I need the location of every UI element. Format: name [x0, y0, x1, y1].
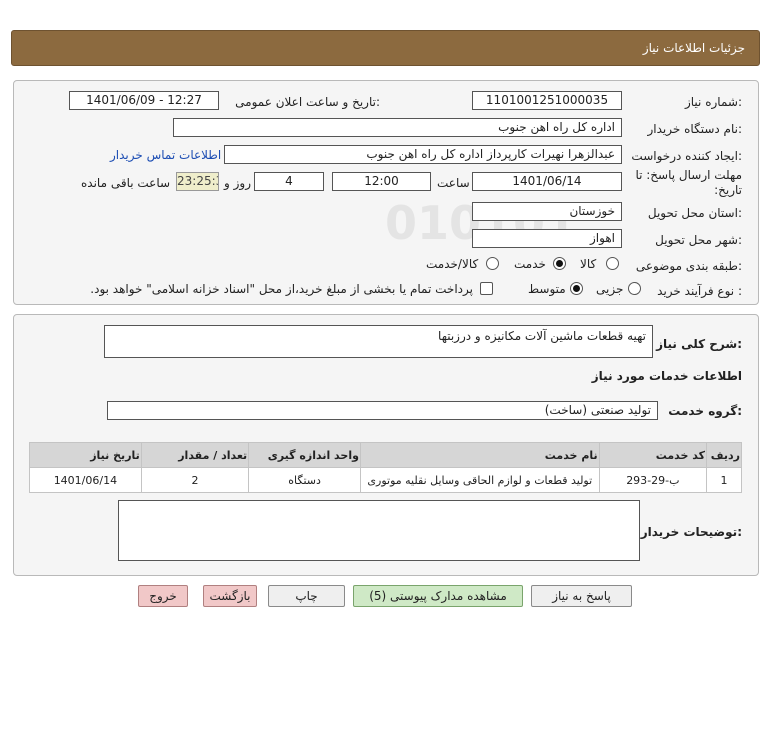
cell-service-code: ب-29-293	[598, 467, 708, 493]
print-button[interactable]: چاپ	[268, 585, 345, 607]
col-header-unit: واحد اندازه گیری	[248, 442, 361, 468]
description-field: تهیه قطعات ماشین آلات مکانیزه و درزبتها	[104, 325, 653, 358]
category-goods-service-label: کالا/خدمت	[426, 257, 479, 271]
service-group-field: تولید صنعتی (ساخت)	[107, 401, 658, 420]
category-goods-service-radio[interactable]	[486, 257, 499, 270]
province-label: استان محل تحویل:	[647, 206, 742, 220]
province-field: خوزستان	[472, 202, 622, 221]
cell-row-number: 1	[706, 467, 742, 493]
back-button[interactable]: بازگشت	[203, 585, 257, 607]
table-header-row: ردیف کد خدمت نام خدمت واحد اندازه گیری ت…	[29, 442, 742, 468]
page-header: جزئیات اطلاعات نیاز	[11, 30, 760, 66]
col-header-row-number: ردیف	[706, 442, 742, 468]
buyer-contact-link[interactable]: اطلاعات تماس خریدار	[110, 148, 221, 162]
buyer-notes-label: توضیحات خریدار:	[640, 525, 742, 539]
services-table: ردیف کد خدمت نام خدمت واحد اندازه گیری ت…	[29, 442, 742, 493]
buyer-notes-field	[118, 500, 640, 561]
process-medium-radio[interactable]	[570, 282, 583, 295]
days-label: روز و	[224, 176, 251, 190]
deadline-time-field: 12:00	[332, 172, 431, 191]
remaining-time-field: 23:25:39	[176, 172, 219, 191]
col-header-quantity: تعداد / مقدار	[140, 442, 250, 468]
process-minor-label: جزیی	[596, 282, 624, 296]
exit-button[interactable]: خروج	[138, 585, 188, 607]
remaining-time-label: ساعت باقی مانده	[81, 176, 171, 190]
service-group-label: گروه خدمت:	[668, 404, 742, 418]
buyer-org-field: اداره کل راه اهن جنوب	[173, 118, 622, 137]
category-service-label: خدمت	[514, 257, 546, 271]
deadline-time-label: ساعت	[437, 176, 470, 190]
treasury-payment-checkbox[interactable]	[480, 282, 493, 295]
announce-date-field: 1401/06/09 - 12:27	[69, 91, 219, 110]
need-number-field: 1101001251000035	[472, 91, 622, 110]
page-title: جزئیات اطلاعات نیاز	[642, 41, 745, 55]
col-header-service-name: نام خدمت	[359, 442, 600, 468]
col-header-need-date: تاریخ نیاز	[29, 442, 142, 468]
cell-unit: دستگاه	[248, 467, 361, 493]
process-medium-label: متوسط	[528, 282, 566, 296]
treasury-payment-note: پرداخت تمام یا بخشی از مبلغ خرید،از محل …	[90, 282, 473, 296]
table-row: 1 ب-29-293 تولید قطعات و لوازم الحاقی وس…	[29, 467, 742, 493]
need-number-label: شماره نیاز:	[684, 95, 742, 109]
city-field: اهواز	[472, 229, 622, 248]
process-minor-radio[interactable]	[628, 282, 641, 295]
category-label: طبقه بندی موضوعی:	[635, 259, 742, 273]
category-service-radio[interactable]	[553, 257, 566, 270]
description-label: شرح کلی نیاز:	[656, 337, 742, 351]
category-goods-radio[interactable]	[606, 257, 619, 270]
city-label: شهر محل تحویل:	[655, 233, 742, 247]
col-header-service-code: کد خدمت	[598, 442, 708, 468]
cell-need-date: 1401/06/14	[29, 467, 142, 493]
requester-field: عبدالزهرا نهیرات کارپرداز اداره کل راه ا…	[224, 145, 622, 164]
requester-label: ایجاد کننده درخواست:	[631, 149, 742, 163]
process-type-label: نوع فرآیند خرید :	[657, 284, 742, 298]
cell-quantity: 2	[140, 467, 250, 493]
reply-button[interactable]: پاسخ به نیاز	[531, 585, 632, 607]
days-remaining-field: 4	[254, 172, 324, 191]
services-section-title: اطلاعات خدمات مورد نیاز	[591, 369, 742, 383]
deadline-date-field: 1401/06/14	[472, 172, 622, 191]
services-table-wrapper: ردیف کد خدمت نام خدمت واحد اندازه گیری ت…	[29, 442, 742, 493]
category-goods-label: کالا	[580, 257, 597, 271]
view-attachments-button[interactable]: مشاهده مدارک پیوستی (5)	[353, 585, 523, 607]
cell-service-name: تولید قطعات و لوازم الحاقی وسایل نقلیه م…	[359, 467, 600, 493]
announce-date-label: تاریخ و ساعت اعلان عمومی:	[235, 95, 380, 109]
deadline-label: مهلت ارسال پاسخ: تا تاریخ:	[635, 168, 742, 197]
buyer-org-label: نام دستگاه خریدار:	[647, 122, 743, 136]
